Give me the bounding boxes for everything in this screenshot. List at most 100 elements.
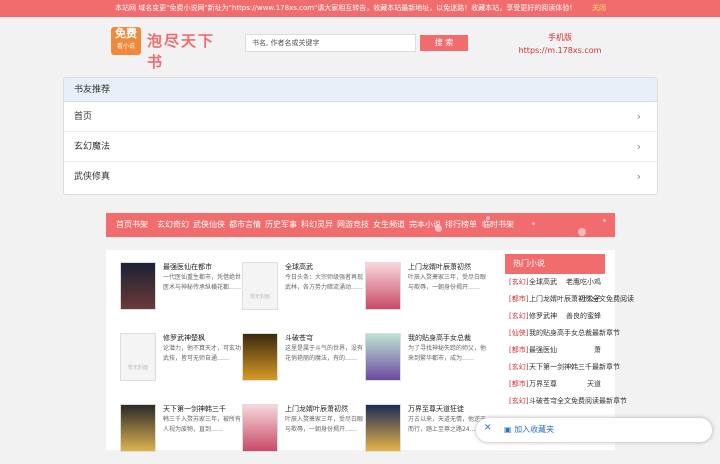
book-card[interactable]: 上门龙婿叶辰萧初然叶辰入赘萧家三年，受尽白眼与欺辱，一朝身份揭开…… (242, 404, 363, 464)
close-announcement[interactable]: 关闭 (592, 0, 606, 17)
panel-row[interactable]: 武侠修真 › (64, 162, 657, 192)
hot-book-title[interactable]: 天下第一剑神韩三千最新章节 (529, 359, 620, 376)
book-cover[interactable] (242, 333, 278, 381)
book-title[interactable]: 全球高武 (285, 262, 363, 272)
decor-dot (486, 216, 490, 220)
category-nav: 首页书架 玄幻奇幻 武侠仙侠 都市言情 历史军事 科幻灵异 网游竞技 女生频道 … (106, 213, 615, 237)
book-cover[interactable] (242, 404, 278, 452)
nav-item[interactable]: 都市言情 (229, 213, 261, 237)
hot-book-title[interactable]: 全球高武 (529, 274, 557, 291)
mobile-version-link[interactable]: 手机版 https://m.178xs.com (510, 32, 610, 56)
book-desc: 论潜力，他不算天才，可玄功武技，皆可无师自通…… (163, 345, 241, 362)
hot-book-author: 天道 (587, 380, 601, 388)
book-cover[interactable] (365, 262, 401, 310)
decor-dot (603, 219, 606, 222)
hot-book-author: 萧 (594, 346, 601, 354)
nav-item[interactable]: 玄幻奇幻 (157, 213, 189, 237)
nav-item[interactable]: 网游竞技 (337, 213, 369, 237)
hot-list-item[interactable]: [玄幻] 斗破苍穹全文免费阅读最新章节 (505, 393, 627, 410)
nav-item[interactable]: 排行榜单 (445, 213, 477, 237)
search-input[interactable]: 书名, 作者名或关键字 (245, 34, 416, 52)
logo-badge-top: 免费 (115, 27, 137, 40)
panel-row[interactable]: 玄幻魔法 › (64, 132, 657, 162)
panel-row[interactable]: 首页 › (64, 102, 657, 132)
book-cover[interactable] (120, 404, 156, 452)
book-title[interactable]: 我的贴身高手女总裁 (408, 333, 486, 343)
hot-list-item[interactable]: [都市] 上门龙婿叶辰萧初然全文免费阅读 叶公子 (505, 291, 634, 308)
book-title[interactable]: 斗破苍穹 (285, 333, 363, 343)
book-title[interactable]: 最强医仙在都市 (163, 262, 241, 272)
hot-book-title[interactable]: 万界至尊 (529, 376, 557, 393)
book-title[interactable]: 天下第一剑神韩三千 (163, 404, 241, 414)
chevron-right-icon: › (636, 170, 641, 183)
book-cover[interactable] (120, 262, 156, 310)
decor-dot (578, 228, 586, 236)
book-cover[interactable] (365, 404, 401, 452)
search-placeholder: 书名, 作者名或关键字 (252, 39, 320, 47)
logo-badge-bottom: 看小说 (116, 43, 135, 50)
nav-item[interactable]: 首页书架 (116, 213, 148, 237)
book-card[interactable]: 暂无封面 全球高武 今日头条：大宗师级强者再现武林，各方势力暗流涌动…… (242, 262, 363, 322)
nav-item[interactable]: 武侠仙侠 (193, 213, 225, 237)
decor-dot (435, 225, 442, 232)
hot-book-title[interactable]: 我的贴身高手女总裁最新章节 (529, 325, 620, 342)
book-card[interactable]: 我的贴身高手女总裁为了寻找神秘失踪的师父，他来到繁华都市，成为…… (365, 333, 486, 393)
recommend-panel: 书友推荐 首页 › 玄幻魔法 › 武侠修真 › (63, 77, 658, 195)
book-card[interactable]: 天下第一剑神韩三千韩三千入赘苏家三年，被所有人视为废物，直到…… (120, 404, 241, 464)
chevron-right-icon: › (636, 140, 641, 153)
book-title[interactable]: 修罗武神楚枫 (163, 333, 241, 343)
category-tag: [都市] (509, 346, 529, 354)
search-button[interactable]: 搜 索 (420, 35, 468, 51)
category-tag: [玄幻] (509, 397, 529, 405)
category-tag: [都市] (509, 295, 529, 303)
mobile-url: https://m.178xs.com (518, 46, 602, 55)
book-title[interactable]: 上门龙婿叶辰萧初然 (285, 404, 363, 414)
close-icon[interactable]: ✕ (484, 423, 492, 433)
favorite-bar: ✕ ▣ 加入收藏夹 (476, 418, 712, 442)
hot-book-title[interactable]: 最强医仙 (529, 342, 557, 359)
site-logo[interactable]: 免费 看小说 泡尽天下书 (111, 27, 231, 71)
hot-list-item[interactable]: [都市] 最强医仙 萧 (505, 342, 605, 359)
panel-title: 书友推荐 (64, 78, 657, 102)
panel-row-label: 武侠修真 (74, 172, 111, 182)
book-cover[interactable]: 暂无封面 (242, 262, 278, 310)
category-tag: [仙侠] (509, 329, 529, 337)
hot-list-item[interactable]: [玄幻] 修罗武神 善良的蜜蜂 (505, 308, 605, 325)
book-card[interactable]: 暂无封面 修罗武神楚枫论潜力，他不算天才，可玄功武技，皆可无师自通…… (120, 333, 241, 393)
nav-item[interactable]: 女生频道 (373, 213, 405, 237)
book-card[interactable]: 最强医仙在都市一代医仙重生都市，凭借绝世医术与神秘传承纵横花都…… (120, 262, 241, 322)
book-card[interactable]: 万界至尊天道狂徒 万古以来，天道无情，他逆天而行，踏上至尊之路24…… (365, 404, 486, 464)
hot-list-item[interactable]: [都市] 万界至尊 天道 (505, 376, 605, 393)
hot-book-title[interactable]: 斗破苍穹全文免费阅读最新章节 (529, 393, 627, 410)
hot-list-item[interactable]: [仙侠] 我的贴身高手女总裁最新章节 (505, 325, 620, 342)
book-title[interactable]: 万界至尊天道狂徒 (408, 404, 486, 414)
hot-list-title: 热门小说 (505, 254, 605, 274)
panel-row-label: 首页 (74, 112, 93, 122)
book-cover[interactable] (365, 333, 401, 381)
nav-item[interactable]: 历史军事 (265, 213, 297, 237)
book-desc: 一代医仙重生都市，凭借绝世医术与神秘传承纵横花都…… (163, 274, 241, 291)
decor-dot (532, 222, 535, 225)
add-favorite-label: 加入收藏夹 (514, 425, 555, 434)
book-title[interactable]: 上门龙婿叶辰萧初然 (408, 262, 486, 272)
no-cover-text: 暂无封面 (127, 365, 148, 371)
announcement-bar: 本站网 域名变更"免费小说网"新址为"https://www.178xs.com… (0, 0, 720, 17)
chevron-right-icon: › (636, 110, 641, 123)
book-card[interactable]: 斗破苍穹这里是属于斗气的世界，没有花俏艳丽的魔法，有的…… (242, 333, 363, 393)
book-card[interactable]: 上门龙婿叶辰萧初然 叶辰入赘萧家三年，受尽白眼与欺辱，一朝身份揭开…… (365, 262, 486, 322)
hot-list-item[interactable]: [玄幻] 全球高武 老鹰吃小鸡 (505, 274, 605, 291)
no-cover-text: 暂无封面 (249, 294, 270, 300)
book-cover[interactable]: 暂无封面 (120, 333, 156, 381)
add-favorite-button[interactable]: ▣ 加入收藏夹 (504, 424, 554, 435)
announcement-text: 本站网 域名变更"免费小说网"新址为"https://www.178xs.com… (115, 4, 575, 12)
category-tag: [玄幻] (509, 278, 529, 286)
hot-list-item[interactable]: [玄幻] 天下第一剑神韩三千最新章节 (505, 359, 620, 376)
book-desc: 这里是属于斗气的世界，没有花俏艳丽的魔法，有的…… (285, 345, 363, 362)
logo-text: 泡尽天下书 (147, 32, 216, 71)
book-desc: 为了寻找神秘失踪的师父，他来到繁华都市，成为…… (408, 345, 486, 362)
nav-item[interactable]: 科幻灵异 (301, 213, 333, 237)
book-desc: 叶辰入赘萧家三年，受尽白眼与欺辱，一朝身份揭开…… (285, 416, 363, 433)
book-desc: 韩三千入赘苏家三年，被所有人视为废物，直到…… (163, 416, 241, 433)
category-tag: [都市] (509, 380, 529, 388)
hot-book-title[interactable]: 修罗武神 (529, 308, 557, 325)
